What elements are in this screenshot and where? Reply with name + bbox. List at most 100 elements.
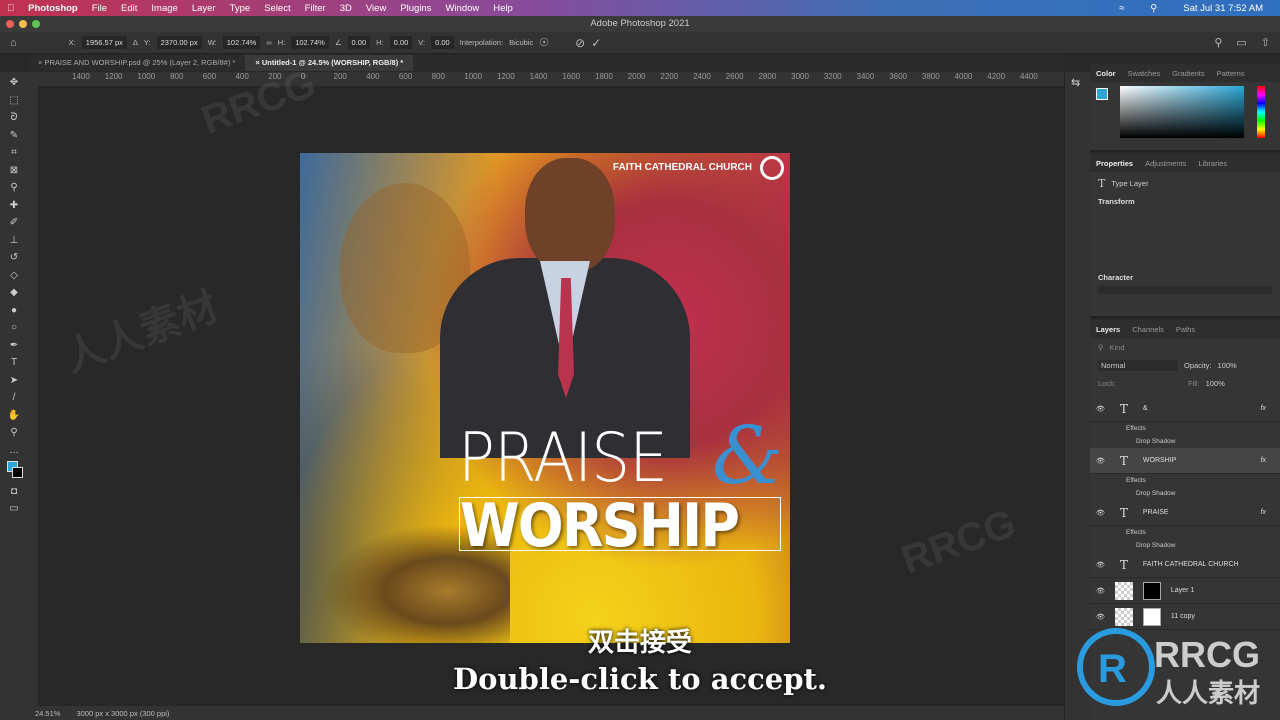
opacity-field[interactable]: 100% [1218,361,1237,370]
effects-row[interactable]: Effects [1090,526,1280,539]
menu-select[interactable]: Select [264,3,290,14]
clock[interactable]: Sat Jul 31 7:52 AM [1183,3,1263,14]
hand-tool-icon[interactable]: ✋ [6,409,22,423]
share-icon[interactable]: ⇧ [1261,36,1270,49]
character-section[interactable]: Character [1098,273,1133,282]
tab-untitled-1[interactable]: × Untitled-1 @ 24.5% (WORSHIP, RGB/8) * [245,55,414,71]
dodge-tool-icon[interactable]: ○ [6,321,22,335]
marquee-tool-icon[interactable]: ⬚ [6,94,22,108]
screen-mode-icon[interactable]: ▭ [6,502,22,516]
menu-window[interactable]: Window [445,3,479,14]
interpolation-select[interactable]: Bicubic [509,38,533,47]
menu-file[interactable]: File [92,3,107,14]
layer-praise[interactable]: 👁 T PRAISE fx [1090,500,1280,526]
eye-icon[interactable]: 👁 [1096,405,1105,413]
blur-tool-icon[interactable]: ● [6,304,22,318]
eye-icon[interactable]: 👁 [1096,613,1105,621]
layer-ampersand[interactable]: 👁 T & fx [1090,396,1280,422]
menu-plugins[interactable]: Plugins [400,3,431,14]
tab-patterns[interactable]: Patterns [1217,69,1245,78]
zoom-level[interactable]: 24.51% [35,709,60,718]
menu-layer[interactable]: Layer [192,3,216,14]
apple-icon[interactable]:  [7,3,14,14]
tab-properties[interactable]: Properties [1096,159,1133,168]
stamp-tool-icon[interactable]: ⊥ [6,234,22,248]
eye-icon[interactable]: 👁 [1096,457,1105,465]
transform-section[interactable]: Transform [1098,197,1135,206]
search-icon[interactable]: ⚲ [1214,36,1222,49]
zoom-tool-icon[interactable]: ⚲ [6,426,22,440]
menu-3d[interactable]: 3D [340,3,352,14]
minimize-button[interactable] [19,20,27,28]
document-size[interactable]: 3000 px x 3000 px (300 ppi) [76,709,169,718]
eraser-tool-icon[interactable]: ◇ [6,269,22,283]
warp-icon[interactable]: ☉ [539,36,549,49]
hue-slider[interactable] [1257,86,1265,138]
effects-row[interactable]: Effects [1090,474,1280,487]
layer-mask[interactable] [1142,581,1161,600]
workspace-icon[interactable]: ▭ [1236,36,1246,49]
menu-app[interactable]: Photoshop [28,3,78,14]
eye-icon[interactable]: 👁 [1096,509,1105,517]
history-icon[interactable]: ⇆ [1071,76,1084,89]
tab-channels[interactable]: Channels [1132,325,1164,334]
hskew-field[interactable]: 0.00 [389,36,413,49]
layer-filter[interactable]: Kind [1110,343,1125,352]
pen-tool-icon[interactable]: ✒ [6,339,22,353]
commit-transform-icon[interactable]: ✓ [591,36,601,50]
drop-shadow-row[interactable]: Drop Shadow [1090,435,1280,448]
quick-select-tool-icon[interactable]: ✎ [6,129,22,143]
link-icon[interactable]: ∞ [266,38,271,47]
zoom-button[interactable] [32,20,40,28]
lasso-tool-icon[interactable]: ᘐ [6,111,22,125]
tab-libraries[interactable]: Libraries [1198,159,1227,168]
menu-help[interactable]: Help [493,3,513,14]
effects-row[interactable]: Effects [1090,422,1280,435]
tab-adjustments[interactable]: Adjustments [1145,159,1186,168]
blend-mode-select[interactable]: Normal [1098,359,1178,371]
brush-tool-icon[interactable]: ✐ [6,216,22,230]
menu-filter[interactable]: Filter [305,3,326,14]
menu-type[interactable]: Type [230,3,251,14]
fx-icon[interactable]: fx [1261,405,1280,412]
fx-icon[interactable]: fx [1261,509,1280,516]
line-tool-icon[interactable]: / [6,391,22,405]
font-select[interactable] [1098,286,1272,294]
bucket-tool-icon[interactable]: ◆ [6,286,22,300]
fg-color-chip[interactable] [1096,88,1108,100]
vskew-field[interactable]: 0.00 [431,36,454,49]
poster-artwork[interactable]: FAITH CATHEDRAL CHURCH PRAISE & WORSHIP [300,153,790,643]
wifi-icon[interactable]: ≈ [1119,3,1124,14]
tab-swatches[interactable]: Swatches [1128,69,1161,78]
cancel-transform-icon[interactable]: ⊘ [575,36,585,50]
color-field[interactable] [1120,86,1244,138]
tab-gradients[interactable]: Gradients [1172,69,1205,78]
path-select-tool-icon[interactable]: ➤ [6,374,22,388]
tab-color[interactable]: Color [1096,69,1116,78]
crop-tool-icon[interactable]: ⌗ [6,146,22,160]
layer-layer-1[interactable]: 👁 Layer 1 [1090,578,1280,604]
layer-worship[interactable]: 👁 T WORSHIP fx [1090,448,1280,474]
drop-shadow-row[interactable]: Drop Shadow [1090,487,1280,500]
drop-shadow-row[interactable]: Drop Shadow [1090,539,1280,552]
w-field[interactable]: 102.74% [222,36,261,49]
tab-praise-worship[interactable]: × PRAISE AND WORSHIP.psd @ 25% (Layer 2,… [28,55,245,71]
tab-layers[interactable]: Layers [1096,325,1120,334]
type-tool-icon[interactable]: T [6,356,22,370]
search-icon[interactable]: ⚲ [1150,3,1157,14]
x-field[interactable]: 1956.57 px [81,36,127,49]
quick-mask-icon[interactable]: ◘ [6,485,22,499]
eyedropper-tool-icon[interactable]: ⚲ [6,181,22,195]
close-button[interactable] [6,20,14,28]
menu-image[interactable]: Image [151,3,177,14]
move-tool-icon[interactable]: ✥ [6,76,22,90]
home-icon[interactable]: ⌂ [10,37,17,49]
fill-field[interactable]: 100% [1206,379,1225,388]
healing-tool-icon[interactable]: ✚ [6,199,22,213]
color-swatches[interactable] [6,461,23,481]
transform-bounding-box[interactable] [459,497,781,551]
angle-field[interactable]: 0.00 [347,36,371,49]
eye-icon[interactable]: 👁 [1096,561,1105,569]
background-color[interactable] [12,467,23,478]
menu-view[interactable]: View [366,3,386,14]
